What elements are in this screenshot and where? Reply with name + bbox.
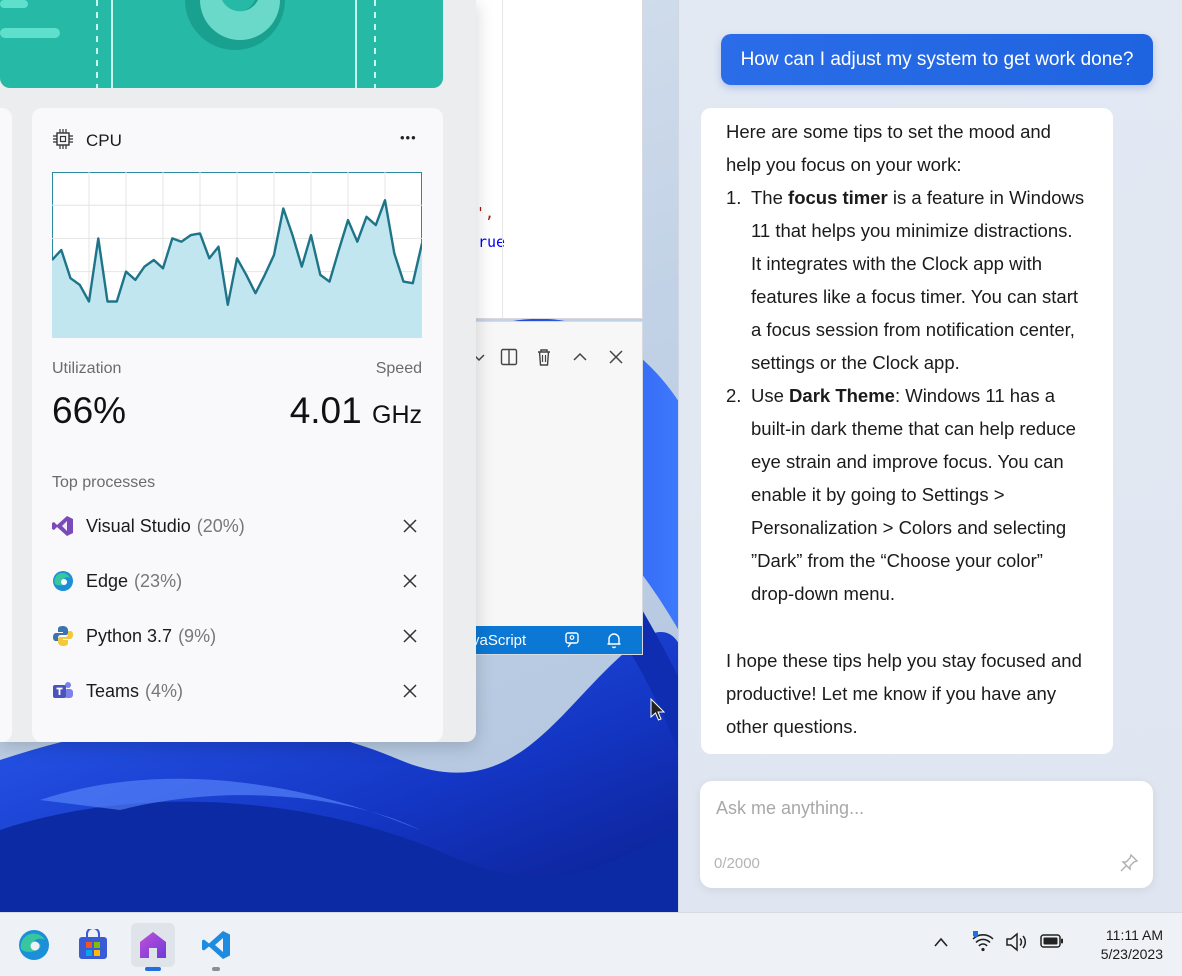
- process-row: Visual Studio (20%): [52, 511, 422, 541]
- widget-title: CPU: [86, 131, 122, 150]
- bell-icon[interactable]: [606, 631, 622, 653]
- closing-line: other questions.: [726, 716, 858, 737]
- process-name: Python 3.7: [86, 625, 173, 646]
- feedback-icon[interactable]: [564, 631, 582, 653]
- process-name: Visual Studio: [86, 515, 191, 536]
- chat-input-box: 0/2000: [700, 781, 1153, 888]
- chevron-up-icon[interactable]: [933, 935, 949, 953]
- battery-icon[interactable]: [1040, 933, 1064, 954]
- top-processes-label: Top processes: [52, 474, 156, 491]
- process-percent: (20%): [196, 515, 245, 536]
- edge-icon: [52, 570, 74, 592]
- utilization-value: 66%: [52, 390, 127, 431]
- visual-studio-icon: [52, 515, 74, 537]
- list-item-text: Use Dark Theme: Windows 11 has a built-i…: [751, 379, 1101, 610]
- cpu-icon: [52, 128, 74, 150]
- trash-icon[interactable]: [533, 346, 555, 368]
- chat-input[interactable]: [714, 793, 1118, 823]
- speed-readout: 4.01 GHz: [290, 390, 422, 432]
- mouse-cursor-icon: [650, 697, 666, 727]
- list-item: 2. Use Dark Theme: Windows 11 has a buil…: [726, 379, 1106, 610]
- list-number: 1.: [726, 187, 742, 208]
- end-process-button[interactable]: [398, 569, 422, 593]
- speed-label: Speed: [375, 360, 422, 377]
- list-line: It integrates with the Clock app with: [751, 253, 1043, 274]
- list-line: Personalization > Colors and selecting: [751, 517, 1067, 538]
- end-process-button[interactable]: [398, 514, 422, 538]
- process-name: Edge: [86, 570, 129, 591]
- assistant-message-bubble: Here are some tips to set the mood and h…: [701, 108, 1113, 754]
- closing-line: I hope these tips help you stay focused …: [726, 650, 1082, 671]
- cpu-utilization-graph: [52, 172, 422, 338]
- list-item: 1. The focus timer is a feature in Windo…: [726, 181, 1106, 379]
- python-icon: [52, 625, 74, 647]
- bold-term: focus timer: [788, 187, 888, 208]
- closing-line: productive! Let me know if you have any: [726, 683, 1057, 704]
- taskbar: 11:11 AM 5/23/2023: [0, 912, 1182, 976]
- vscode-icon[interactable]: [194, 923, 238, 967]
- utilization-label: Utilization: [52, 360, 122, 377]
- list-line: ”Dark” from the “Choose your color”: [751, 550, 1043, 571]
- wifi-icon[interactable]: [970, 929, 996, 958]
- list-item-text: The focus timer is a feature in Windows …: [751, 181, 1101, 379]
- running-app-indicator: [212, 967, 220, 971]
- list-line: Use Dark Theme: Windows 11 has a: [751, 385, 1056, 406]
- weather-widget-card[interactable]: [0, 0, 443, 88]
- list-line: settings or the Clock app.: [751, 352, 960, 373]
- speed-value: 4.01: [289, 390, 362, 431]
- pin-icon[interactable]: [1119, 853, 1139, 878]
- process-percent: (4%): [145, 680, 184, 701]
- copilot-pane: How can I adjust my system to get work d…: [678, 0, 1182, 912]
- list-line: features like a focus timer. You can sta…: [751, 286, 1079, 307]
- process-row: Teams (4%): [52, 676, 422, 706]
- list-line: a focus session from notification center…: [751, 319, 1075, 340]
- partial-widget-card: [0, 108, 12, 742]
- bold-term: Dark Theme: [789, 385, 895, 406]
- card-illustration: [0, 0, 376, 88]
- widgets-panel: CPU ••• Utilization Speed 66% 4.01 GHz T…: [0, 0, 476, 742]
- user-message-bubble: How can I adjust my system to get work d…: [721, 34, 1153, 85]
- speed-unit: GHz: [372, 401, 422, 429]
- end-process-button[interactable]: [398, 624, 422, 648]
- volume-icon[interactable]: [1005, 931, 1031, 958]
- clock-date: 5/23/2023: [1100, 946, 1163, 962]
- clock[interactable]: 11:11 AM 5/23/2023: [1083, 926, 1163, 964]
- process-name: Teams: [86, 680, 140, 701]
- process-percent: (9%): [178, 625, 217, 646]
- list-line: built-in dark theme that can help reduce: [751, 418, 1076, 439]
- split-panel-icon[interactable]: [498, 346, 520, 368]
- list-line: The focus timer is a feature in Windows: [751, 187, 1085, 208]
- language-mode-label[interactable]: vaScript: [472, 632, 526, 649]
- clock-time: 11:11 AM: [1105, 927, 1163, 943]
- list-number: 2.: [726, 385, 742, 406]
- process-row: Python 3.7 (9%): [52, 621, 422, 651]
- char-counter: 0/2000: [714, 855, 760, 872]
- process-percent: (23%): [134, 570, 183, 591]
- cpu-widget: CPU ••• Utilization Speed 66% 4.01 GHz T…: [32, 108, 443, 742]
- list-line: eye strain and improve focus. You can: [751, 451, 1064, 472]
- edge-icon[interactable]: [12, 923, 56, 967]
- teams-icon: [52, 680, 74, 702]
- intro-line: help you focus on your work:: [726, 154, 962, 175]
- intro-line: Here are some tips to set the mood and: [726, 121, 1051, 142]
- end-process-button[interactable]: [398, 679, 422, 703]
- chevron-up-icon[interactable]: [569, 346, 591, 368]
- process-row: Edge (23%): [52, 566, 422, 596]
- more-options-button[interactable]: •••: [400, 130, 417, 145]
- store-icon[interactable]: [71, 923, 115, 967]
- list-line: drop-down menu.: [751, 583, 895, 604]
- code-line: ',: [476, 204, 495, 222]
- list-line: 11 that helps you minimize distractions.: [751, 220, 1073, 241]
- list-line: enable it by going to Settings >: [751, 484, 1005, 505]
- copilot-icon[interactable]: [131, 923, 175, 967]
- active-app-indicator: [145, 967, 161, 971]
- close-icon[interactable]: [605, 346, 627, 368]
